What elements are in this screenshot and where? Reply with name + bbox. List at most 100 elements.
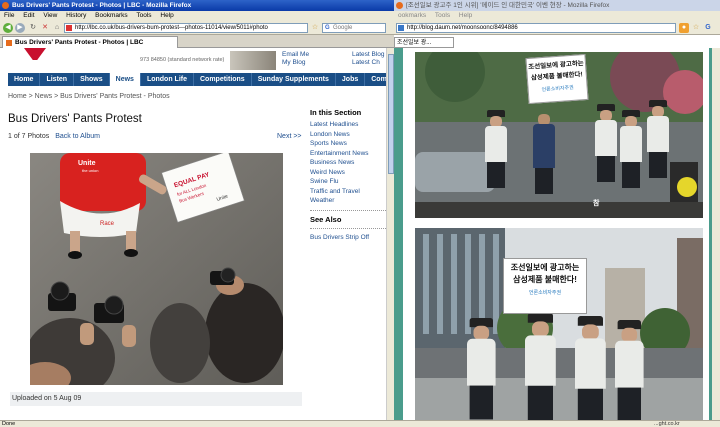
nav-listen[interactable]: Listen	[40, 73, 75, 86]
lbc-logo-icon	[24, 48, 46, 60]
see-also-link-bus-drivers-strip-off[interactable]: Bus Drivers Strip Off	[310, 233, 386, 243]
lbc-page: 973 84850 (standard network rate) Email …	[0, 48, 386, 420]
right-google-icon[interactable]: G	[703, 23, 713, 33]
blog-content: 조선일보에 광고하는 삼성제품 불매한다! 언론소비자주권 참 조선일보에 광고…	[403, 48, 709, 427]
left-url-text: http://lbc.co.uk/bus-drivers-bum-protest…	[75, 25, 268, 31]
right-status-bar: ...ght.co.kr	[394, 420, 720, 427]
menu-bookmarks[interactable]: Bookmarks	[95, 12, 128, 19]
nav-home[interactable]: Home	[8, 73, 41, 86]
in-this-section-heading: In this Section	[310, 108, 362, 117]
right-window-title: [조선일보 광고주 1인 시위] '메이드 인 대한민국' 이벤 현장 - Mo…	[406, 2, 610, 9]
left-title-bar: Bus Drivers' Pants Protest - Photos | LB…	[0, 0, 394, 11]
back-arrow-icon[interactable]: ◀	[3, 23, 13, 33]
right-title-bar: [조선일보 광고주 1인 시위] '메이드 인 대한민국' 이벤 현장 - Mo…	[394, 0, 720, 11]
sign2-logo: 언론소비자주권	[528, 290, 562, 296]
protest-sign-2: 조선일보에 광고하는 삼성제품 불매한다! 언론소비자주권	[503, 258, 587, 314]
right-scrollbar[interactable]	[712, 48, 720, 420]
sidebar-link-latest-headlines[interactable]: Latest Headlines	[310, 120, 386, 130]
sign2-line1: 조선일보에 광고하는	[510, 263, 580, 272]
left-window-title: Bus Drivers' Pants Protest - Photos | LB…	[12, 2, 192, 9]
menu-history[interactable]: History	[66, 12, 86, 19]
photo-count-text: 1 of 7 Photos	[8, 133, 50, 140]
right-menu-bar: ookmarks Tools Help	[394, 11, 720, 21]
right-navigation-toolbar: http://blog.daum.net/moonsoonc/8494886 ●…	[394, 21, 720, 35]
protest-photo-2[interactable]: 조선일보에 광고하는 삼성제품 불매한다! 언론소비자주권	[415, 228, 703, 424]
daum-favicon	[398, 25, 404, 31]
nav-news[interactable]: News	[109, 73, 141, 86]
nav-london-life[interactable]: London Life	[141, 73, 194, 86]
left-search-placeholder: Google	[333, 25, 353, 31]
stop-icon[interactable]: ✕	[40, 23, 50, 33]
lbc-main-nav: Home Listen Shows News London Life Competitio…	[8, 73, 386, 86]
email-me-link[interactable]: Email Me	[282, 51, 309, 59]
nav-competitions[interactable]: Competitions	[194, 73, 252, 86]
menu-edit[interactable]: Edit	[23, 12, 34, 19]
latest-ch-link[interactable]: Latest Ch	[352, 59, 385, 67]
see-also-heading: See Also	[310, 214, 342, 224]
lbc-top-links-right: Latest Blog Latest Ch	[352, 51, 385, 67]
shirt-logo: Unite	[78, 160, 96, 167]
presenter-photo	[230, 51, 276, 70]
sidebar-link-london-news[interactable]: London News	[310, 130, 386, 140]
protest-sign-1: 조선일보에 광고하는 삼성제품 불매한다! 언론소비자주권	[525, 53, 589, 105]
menu-file[interactable]: File	[4, 12, 14, 19]
sidebar-link-traffic-and-travel[interactable]: Traffic and Travel	[310, 187, 386, 197]
back-to-album-link[interactable]: Back to Album	[55, 133, 100, 140]
sidebar-link-swine-flu[interactable]: Swine Flu	[310, 177, 386, 187]
right-menu-bookmarks[interactable]: ookmarks	[398, 12, 426, 19]
sidebar-link-entertainment-news[interactable]: Entertainment News	[310, 149, 386, 159]
menu-help[interactable]: Help	[160, 12, 173, 19]
my-blog-link[interactable]: My Blog	[282, 59, 309, 67]
left-navigation-toolbar: ◀ ▶ ↻ ✕ ⌂ http://lbc.co.uk/bus-drivers-b…	[0, 21, 394, 35]
photo-counter: 1 of 7 Photos Back to Album	[8, 133, 100, 140]
sign2-line2: 삼성제품 불매한다!	[513, 275, 577, 284]
rss-feed-icon[interactable]: ●	[679, 23, 689, 33]
tab-lbc[interactable]: Bus Drivers' Pants Protest - Photos | LB…	[2, 36, 178, 48]
sidebar-link-business-news[interactable]: Business News	[310, 158, 386, 168]
site-favicon	[66, 25, 72, 31]
latest-blog-link[interactable]: Latest Blog	[352, 51, 385, 59]
left-status-bar: Done	[0, 420, 394, 427]
google-icon: G	[325, 25, 330, 31]
nav-jobs[interactable]: Jobs	[336, 73, 366, 86]
protest-photo-illustration: Unite the union Race EQUAL PAY for ALL L…	[30, 153, 283, 385]
daum-blog-page: 조선일보에 광고하는 삼성제품 불매한다! 언론소비자주권 참 조선일보에 광고…	[394, 48, 720, 427]
forward-arrow-icon[interactable]: ▶	[15, 23, 25, 33]
reload-icon[interactable]: ↻	[28, 23, 38, 33]
left-menu-bar: File Edit View History Bookmarks Tools H…	[0, 11, 394, 21]
left-search-box[interactable]: G Google	[322, 23, 386, 33]
menu-view[interactable]: View	[43, 12, 57, 19]
lbc-top-links: Email Me My Blog	[282, 51, 309, 67]
home-icon[interactable]: ⌂	[52, 23, 62, 33]
right-bookmark-star-icon[interactable]: ☆	[691, 23, 701, 33]
sidebar-divider	[310, 209, 386, 211]
section-sidebar: In this Section Latest Headlines London …	[310, 108, 386, 242]
page-title: Bus Drivers' Pants Protest	[8, 113, 142, 125]
nav-sunday-supplements[interactable]: Sunday Supplements	[252, 73, 336, 86]
bookmark-star-icon[interactable]: ☆	[310, 23, 320, 33]
tab-daum-blog[interactable]: 조선일보 광...	[394, 37, 454, 48]
left-scrollbar[interactable]	[386, 48, 394, 420]
protest-photo[interactable]: Unite the union Race EQUAL PAY for ALL L…	[30, 153, 283, 385]
left-url-bar[interactable]: http://lbc.co.uk/bus-drivers-bum-protest…	[64, 23, 308, 33]
breadcrumb[interactable]: Home > News > Bus Drivers' Pants Protest…	[8, 93, 170, 100]
menu-tools[interactable]: Tools	[136, 12, 151, 19]
right-url-bar[interactable]: http://blog.daum.net/moonsoonc/8494886	[396, 23, 676, 33]
protest-photo-1[interactable]: 조선일보에 광고하는 삼성제품 불매한다! 언론소비자주권 참	[415, 52, 703, 218]
right-url-text: http://blog.daum.net/moonsoonc/8494886	[407, 25, 518, 31]
right-menu-tools[interactable]: Tools	[435, 12, 450, 19]
right-menu-help[interactable]: Help	[459, 12, 472, 19]
sidebar-link-weather[interactable]: Weather	[310, 196, 386, 206]
sidebar-link-weird-news[interactable]: Weird News	[310, 168, 386, 178]
nav-shows[interactable]: Shows	[74, 73, 110, 86]
tab-favicon	[6, 40, 12, 46]
lbc-header: 973 84850 (standard network rate) Email …	[0, 48, 386, 71]
tab-lbc-label: Bus Drivers' Pants Protest - Photos | LB…	[15, 39, 144, 46]
sign1-logo: 언론소비자주권	[541, 84, 574, 94]
next-photo-link[interactable]: Next >>	[277, 133, 302, 140]
nav-com[interactable]: Com	[365, 73, 386, 86]
sidebar-link-sports-news[interactable]: Sports News	[310, 139, 386, 149]
sidebar-divider-2	[310, 227, 386, 229]
firefox-icon-right	[396, 2, 403, 9]
shorts-text: Race	[100, 221, 115, 227]
